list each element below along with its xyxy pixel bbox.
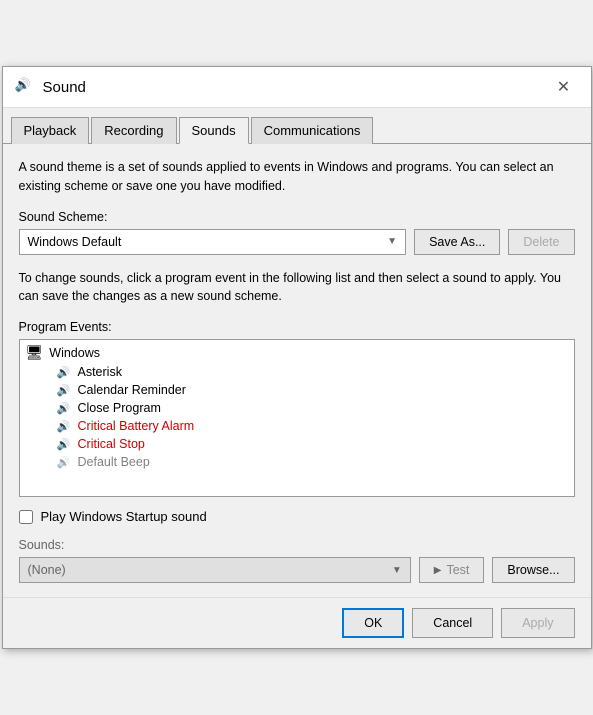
event-label-close: Close Program: [78, 401, 161, 415]
scheme-dropdown-arrow: ▼: [387, 236, 397, 247]
sound-icon-asterisk: 🔊: [56, 365, 72, 379]
scheme-row: Windows Default ▼ Save As... Delete: [19, 229, 575, 255]
tab-communications[interactable]: Communications: [251, 117, 374, 144]
dialog-icon: 🔊: [15, 77, 35, 97]
cancel-button[interactable]: Cancel: [412, 608, 493, 638]
sound-scheme-dropdown[interactable]: Windows Default ▼: [19, 229, 407, 255]
sounds-current-value: (None): [28, 563, 66, 577]
tab-bar: Playback Recording Sounds Communications: [3, 108, 591, 144]
event-item-calendar-reminder[interactable]: 🔊 Calendar Reminder: [20, 381, 574, 399]
dialog-footer: OK Cancel Apply: [3, 597, 591, 648]
event-label-battery: Critical Battery Alarm: [78, 419, 195, 433]
event-item-close-program[interactable]: 🔊 Close Program: [20, 399, 574, 417]
sound-scheme-label: Sound Scheme:: [19, 210, 575, 224]
startup-sound-row: Play Windows Startup sound: [19, 509, 575, 524]
tab-playback[interactable]: Playback: [11, 117, 90, 144]
scheme-value: Windows Default: [28, 235, 122, 249]
play-icon: ▶: [434, 565, 442, 576]
sounds-value-dropdown[interactable]: (None) ▼: [19, 557, 411, 583]
program-events-label: Program Events:: [19, 320, 575, 334]
title-bar-left: 🔊 Sound: [15, 77, 86, 97]
apply-button[interactable]: Apply: [501, 608, 574, 638]
sounds-dropdown-arrow: ▼: [392, 565, 402, 576]
event-item-critical-stop[interactable]: 🔊 Critical Stop: [20, 435, 574, 453]
event-label-beep: Default Beep: [78, 455, 150, 469]
dialog-title: Sound: [43, 79, 86, 96]
delete-button[interactable]: Delete: [508, 229, 574, 255]
event-label-calendar: Calendar Reminder: [78, 383, 186, 397]
sound-icon-close: 🔊: [56, 401, 72, 415]
event-group-windows[interactable]: 🖥 Windows: [20, 342, 574, 363]
sounds-section-label: Sounds:: [19, 538, 575, 552]
description-text: A sound theme is a set of sounds applied…: [19, 158, 575, 196]
sound-dialog: 🔊 Sound ✕ Playback Recording Sounds Comm…: [2, 66, 592, 649]
title-bar: 🔊 Sound ✕: [3, 67, 591, 108]
event-label-stop: Critical Stop: [78, 437, 145, 451]
event-item-default-beep[interactable]: 🔊 Default Beep: [20, 453, 574, 471]
sound-icon-calendar: 🔊: [56, 383, 72, 397]
group-label-windows: Windows: [49, 346, 100, 360]
folder-icon: 🖥: [26, 344, 44, 361]
events-list[interactable]: 🖥 Windows 🔊 Asterisk 🔊 Calendar Reminder…: [20, 340, 574, 496]
program-events-box: 🖥 Windows 🔊 Asterisk 🔊 Calendar Reminder…: [19, 339, 575, 497]
browse-button[interactable]: Browse...: [492, 557, 574, 583]
event-item-critical-battery[interactable]: 🔊 Critical Battery Alarm: [20, 417, 574, 435]
tab-recording[interactable]: Recording: [91, 117, 176, 144]
close-button[interactable]: ✕: [549, 75, 579, 99]
ok-button[interactable]: OK: [342, 608, 404, 638]
tab-sounds[interactable]: Sounds: [179, 117, 249, 144]
event-label-asterisk: Asterisk: [78, 365, 122, 379]
tab-content: A sound theme is a set of sounds applied…: [3, 144, 591, 597]
sound-icon-stop: 🔊: [56, 437, 72, 451]
startup-sound-checkbox[interactable]: [19, 510, 33, 524]
sound-icon-beep: 🔊: [56, 455, 72, 469]
sounds-row: (None) ▼ ▶ Test Browse...: [19, 557, 575, 583]
startup-sound-label[interactable]: Play Windows Startup sound: [41, 509, 207, 524]
info-text: To change sounds, click a program event …: [19, 269, 575, 307]
test-button[interactable]: ▶ Test: [419, 557, 485, 583]
sound-icon-battery: 🔊: [56, 419, 72, 433]
save-as-button[interactable]: Save As...: [414, 229, 500, 255]
test-label: Test: [446, 563, 469, 577]
event-item-asterisk[interactable]: 🔊 Asterisk: [20, 363, 574, 381]
